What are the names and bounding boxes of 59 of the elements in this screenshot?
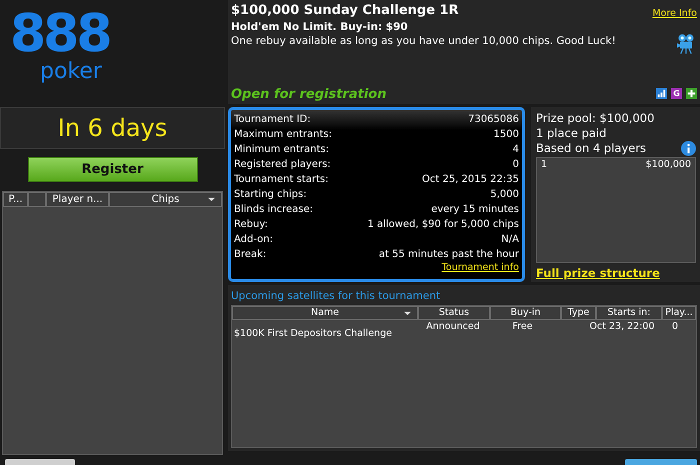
table-cell-text: 0 xyxy=(672,321,678,334)
detail-label: Tournament starts: xyxy=(234,173,328,187)
prize-amount: $100,000 xyxy=(646,159,691,171)
column-header[interactable]: Type xyxy=(561,306,596,320)
column-header[interactable]: Play... xyxy=(662,306,696,320)
sort-caret-icon xyxy=(207,197,216,202)
detail-label: Maximum entrants: xyxy=(234,128,332,142)
full-prize-structure-link[interactable]: Full prize structure xyxy=(536,266,660,280)
satellites-title: Upcoming satellites for this tournament xyxy=(231,289,440,304)
registration-status: Open for registration xyxy=(231,87,386,102)
prize-place: 1 xyxy=(541,159,548,171)
detail-value: 4 xyxy=(512,143,519,157)
detail-value: N/A xyxy=(501,233,519,247)
more-info-link[interactable]: More Info xyxy=(652,8,697,19)
prize-pool: Prize pool: $100,000 xyxy=(536,111,654,126)
detail-value: 73065086 xyxy=(468,113,519,127)
logo-word: poker xyxy=(40,60,102,84)
movie-camera-icon[interactable] xyxy=(677,33,695,55)
prize-basis: Based on 4 players xyxy=(536,141,646,156)
detail-label: Minimum entrants: xyxy=(234,143,330,157)
plus-icon[interactable] xyxy=(686,88,697,99)
detail-value: at 55 minutes past the hour xyxy=(378,248,519,262)
countdown-text: In 6 days xyxy=(58,114,168,142)
bar-chart-icon[interactable] xyxy=(656,88,667,99)
tournament-info-link[interactable]: Tournament info xyxy=(442,262,519,274)
tournament-title: $100,000 Sunday Challenge 1R xyxy=(231,2,459,20)
column-header[interactable]: Chips xyxy=(109,192,222,207)
column-header[interactable]: P... xyxy=(3,192,28,207)
register-button[interactable]: Register xyxy=(28,157,198,182)
column-header[interactable]: Buy-in xyxy=(490,306,561,320)
detail-value: 1 allowed, $90 for 5,000 chips xyxy=(367,218,519,232)
detail-label: Registered players: xyxy=(234,158,331,172)
detail-label: Add-on: xyxy=(234,233,273,247)
detail-value: 0 xyxy=(512,158,519,172)
logo-mark: 888 xyxy=(10,8,110,60)
detail-label: Starting chips: xyxy=(234,188,307,202)
detail-value: every 15 minutes xyxy=(431,203,519,217)
table-cell-text: Free xyxy=(512,321,533,334)
column-header[interactable]: Status xyxy=(418,306,490,320)
detail-label: Tournament ID: xyxy=(234,113,311,127)
table-cell-text: Oct 23, 22:00 xyxy=(590,321,654,334)
column-header[interactable]: Starts in: xyxy=(596,306,662,320)
table-cell: $100K First Depositors Challenge xyxy=(234,328,392,340)
detail-label: Break: xyxy=(234,248,266,262)
places-paid: 1 place paid xyxy=(536,126,606,141)
detail-value: 1500 xyxy=(494,128,519,142)
tournament-description: One rebuy available as long as you have under 10,000 chips. Good Luck! xyxy=(231,34,616,48)
detail-value: 5,000 xyxy=(490,188,519,202)
column-header[interactable] xyxy=(28,192,46,207)
sort-caret-icon xyxy=(403,311,412,316)
tournament-subtitle: Hold'em No Limit. Buy-in: $90 xyxy=(231,20,408,34)
detail-label: Blinds increase: xyxy=(234,203,314,217)
info-icon[interactable] xyxy=(681,141,696,156)
detail-label: Rebuy: xyxy=(234,218,268,232)
column-header[interactable]: Player n... xyxy=(46,192,109,207)
table-cell-text: Announced xyxy=(426,321,480,334)
g-icon[interactable]: G xyxy=(671,88,682,99)
detail-value: Oct 25, 2015 22:35 xyxy=(422,173,519,187)
column-header[interactable]: Name xyxy=(232,306,418,320)
